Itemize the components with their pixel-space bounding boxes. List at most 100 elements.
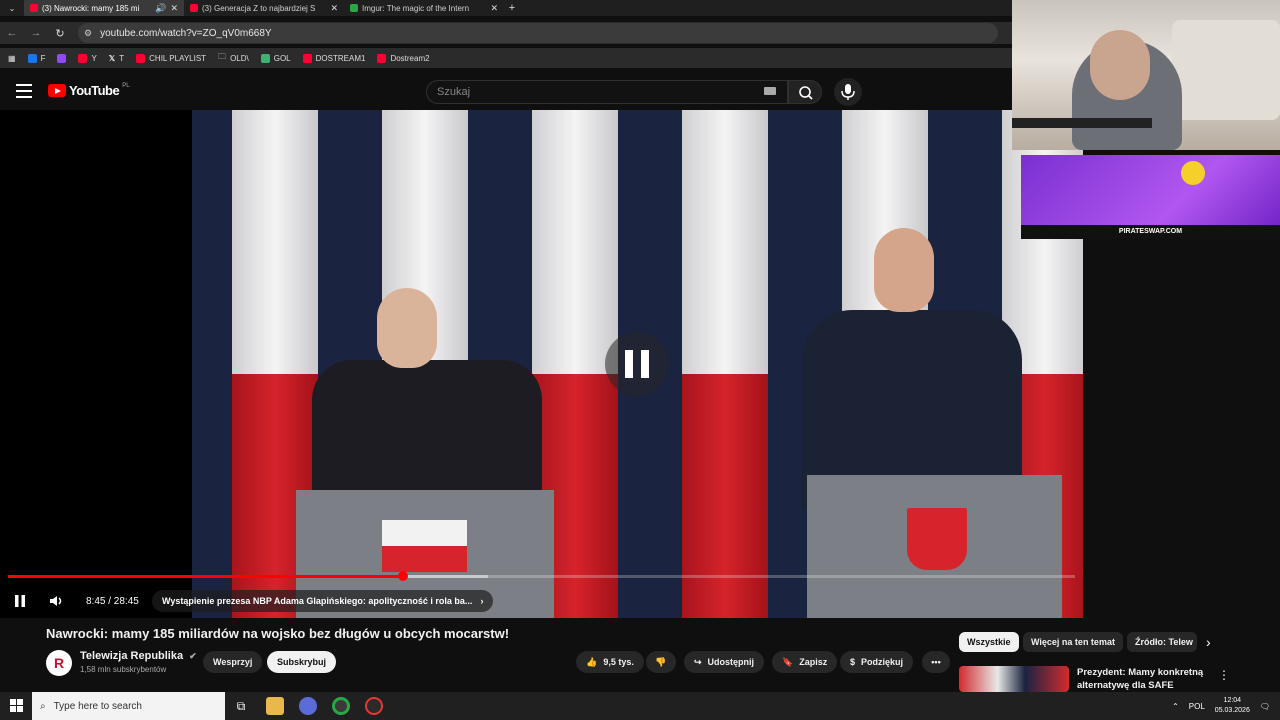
bookmark-twitch[interactable] [57, 53, 67, 63]
chip-related[interactable]: Więcej na ten temat [1023, 632, 1123, 652]
bookmark-label: GOL [273, 53, 291, 63]
pause-button[interactable] [12, 590, 28, 612]
close-tab-icon[interactable]: ✕ [490, 3, 498, 14]
twitch-icon [57, 53, 67, 63]
discord-icon[interactable] [299, 697, 317, 715]
back-icon[interactable]: ← [0, 27, 24, 39]
close-tab-icon[interactable]: ✕ [170, 3, 178, 14]
save-button[interactable]: 🔖 Zapisz [772, 651, 838, 673]
apps-icon[interactable]: ▦ [8, 54, 16, 63]
forward-icon[interactable]: → [24, 27, 48, 39]
chip-label: Więcej na ten temat [1031, 637, 1115, 647]
progress-bar[interactable] [8, 571, 1075, 581]
channel-name-text: Telewizja Republika [80, 650, 184, 662]
banner-text: PIRATESWAP.COM [1021, 225, 1280, 239]
search-input[interactable] [427, 81, 787, 103]
video-title: Nawrocki: mamy 185 miliardów na wojsko b… [46, 626, 510, 641]
url-field[interactable]: ⚙ youtube.com/watch?v=ZO_qV0m668Y [78, 23, 998, 43]
chip-source[interactable]: Źródło: Telew [1127, 632, 1197, 652]
bookmark-dostream2[interactable]: Dostream2 [377, 53, 430, 63]
channel-name[interactable]: Telewizja Republika ✔ [80, 650, 197, 662]
verified-icon: ✔ [189, 651, 197, 661]
sofa-background [1172, 20, 1280, 120]
audio-icon[interactable]: 🔊 [155, 3, 166, 14]
thanks-icon: $ [850, 657, 856, 667]
more-actions-button[interactable]: ••• [922, 651, 950, 673]
subscribe-button[interactable]: Subskrybuj [267, 651, 337, 673]
youtube-logo[interactable]: YouTube PL [48, 83, 130, 98]
new-tab-button[interactable]: + [504, 2, 520, 14]
scrubber-handle[interactable] [397, 571, 408, 581]
progress-fill [8, 575, 403, 578]
channel-avatar[interactable]: R [46, 650, 72, 676]
support-button[interactable]: Wesprzyj [203, 651, 263, 673]
voice-search-button[interactable] [834, 78, 862, 106]
chevron-right-icon[interactable]: › [1206, 634, 1211, 650]
dislike-button[interactable]: 👎 [646, 651, 676, 673]
tab-nawrocki[interactable]: (3) Nawrocki: mamy 185 mi 🔊 ✕ [24, 0, 184, 16]
notification-icon[interactable]: 🗨 [1260, 702, 1270, 711]
pause-overlay-icon[interactable] [605, 332, 669, 396]
tab-imgur[interactable]: Imgur: The magic of the Intern ✕ [344, 0, 504, 16]
bookmark-dostream1[interactable]: DOSTREAM1 [302, 53, 365, 63]
youtube-icon [30, 4, 38, 12]
tab-title: (3) Nawrocki: mamy 185 mi [42, 3, 140, 13]
keyboard-icon[interactable] [764, 87, 776, 95]
facebook-icon [27, 53, 37, 63]
ad-banner: PIRATESWAP.COM [1021, 155, 1280, 239]
youtube-icon [302, 53, 312, 63]
thumbs-up-icon: 👍 [586, 656, 598, 667]
youtube-icon [190, 4, 198, 12]
hamburger-menu-icon[interactable] [16, 84, 32, 98]
chapter-title: Wystąpienie prezesa NBP Adama Glapińskie… [162, 596, 473, 606]
reload-icon[interactable]: ↻ [48, 27, 72, 40]
bookmark-y[interactable]: Y [78, 53, 97, 63]
bookmark-t[interactable]: 𝕏T [109, 54, 124, 63]
chrome-icon[interactable] [332, 697, 350, 715]
subscriber-count: 1,58 mln subskrybentów [80, 665, 167, 674]
share-button[interactable]: ↪ Udostępnij [684, 651, 765, 673]
video-player[interactable]: 8:45 / 28:45 Wystąpienie prezesa NBP Ada… [0, 110, 1083, 618]
support-label: Wesprzyj [213, 657, 253, 667]
app-icon[interactable] [365, 697, 383, 715]
language-indicator[interactable]: POL [1189, 702, 1205, 711]
chip-all[interactable]: Wszystkie [959, 632, 1019, 652]
thanks-button[interactable]: $ Podziękuj [840, 651, 914, 673]
share-label: Udostępnij [707, 657, 755, 667]
file-explorer-icon[interactable] [266, 697, 284, 715]
bookmark-gol[interactable]: GOL [260, 53, 291, 63]
search-icon [799, 86, 813, 100]
windows-start-icon[interactable] [10, 699, 24, 713]
site-info-icon[interactable]: ⚙ [84, 28, 92, 39]
like-button[interactable]: 👍 9,5 tys. [576, 651, 644, 673]
volume-button[interactable] [48, 590, 66, 612]
chevron-up-icon[interactable]: ⌃ [1172, 702, 1179, 711]
bookmark-label: F [40, 53, 46, 63]
chapter-button[interactable]: Wystąpienie prezesa NBP Adama Glapińskie… [152, 590, 494, 612]
bookmark-label: CHIL PLAYLIST [149, 53, 207, 63]
recommended-thumbnail[interactable] [959, 666, 1069, 692]
pause-icon [15, 595, 25, 607]
more-vert-icon[interactable]: ⋮ [1218, 668, 1230, 682]
youtube-icon [48, 84, 66, 97]
task-view-icon[interactable]: ⧉ [232, 697, 250, 715]
recommended-title[interactable]: Prezydent: Mamy konkretną alternatywę dl… [1077, 666, 1207, 692]
url-text: youtube.com/watch?v=ZO_qV0m668Y [100, 27, 272, 39]
tab-generacja[interactable]: (3) Generacja Z to najbardziej S ✕ [184, 0, 344, 16]
tab-search-button[interactable]: ⌄ [0, 0, 24, 16]
bookmark-chil-playlist[interactable]: CHIL PLAYLIST [136, 53, 207, 63]
imgur-icon [350, 4, 358, 12]
tab-title: Imgur: The magic of the Intern [362, 3, 470, 13]
close-tab-icon[interactable]: ✕ [330, 3, 338, 14]
volume-icon [50, 596, 62, 606]
thanks-label: Podziękuj [861, 657, 904, 667]
address-bar-row: ← → ↻ ⚙ youtube.com/watch?v=ZO_qV0m668Y [0, 22, 1012, 44]
search-button[interactable] [788, 80, 822, 104]
clock[interactable]: 12:04 05.03.2026 [1215, 696, 1250, 716]
taskbar-search[interactable]: ⌕ Type here to search [32, 692, 225, 720]
bookmark-old[interactable]: 🗀 OLD\ [218, 51, 249, 65]
browser-tab-strip: ⌄ (3) Nawrocki: mamy 185 mi 🔊 ✕ (3) Gene… [0, 0, 1012, 16]
subscribe-label: Subskrybuj [277, 657, 327, 667]
bookmark-f[interactable]: F [27, 53, 46, 63]
player-controls: 8:45 / 28:45 Wystąpienie prezesa NBP Ada… [0, 586, 1083, 616]
